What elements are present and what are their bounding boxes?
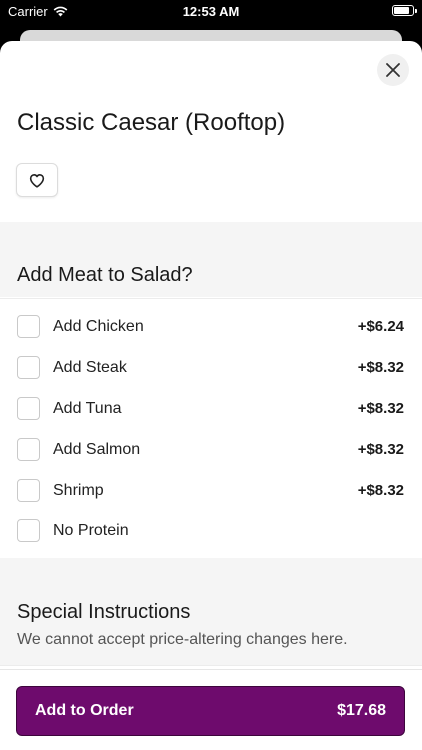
option-price: +$8.32 xyxy=(357,359,404,376)
option-price: +$8.32 xyxy=(357,400,404,417)
option-label: Shrimp xyxy=(53,482,104,499)
add-to-order-label: Add to Order xyxy=(35,702,134,719)
option-row-steak[interactable]: Add Steak +$8.32 xyxy=(0,348,422,388)
option-price: +$8.32 xyxy=(357,482,404,499)
option-row-shrimp[interactable]: Shrimp +$8.32 xyxy=(0,471,422,511)
option-price: +$6.24 xyxy=(357,318,404,335)
meat-options-list: Add Chicken +$6.24 Add Steak +$8.32 Add … xyxy=(0,298,422,559)
option-row-tuna[interactable]: Add Tuna +$8.32 xyxy=(0,389,422,429)
clock: 12:53 AM xyxy=(182,4,240,19)
option-label: Add Chicken xyxy=(53,318,144,335)
special-instructions-title: Special Instructions xyxy=(17,601,191,623)
battery-icon xyxy=(392,5,417,16)
checkbox[interactable] xyxy=(17,438,40,461)
checkbox[interactable] xyxy=(17,397,40,420)
item-detail-sheet: Classic Caesar (Rooftop) Add Meat to Sal… xyxy=(0,41,422,750)
order-total: $17.68 xyxy=(337,702,386,719)
heart-outline-icon xyxy=(29,173,45,188)
bottom-action-bar: Add to Order $17.68 xyxy=(0,669,422,750)
checkbox[interactable] xyxy=(17,479,40,502)
checkbox[interactable] xyxy=(17,519,40,542)
meat-section-title: Add Meat to Salad? xyxy=(17,264,193,286)
favorite-button[interactable] xyxy=(16,163,58,197)
special-instructions-description: We cannot accept price-altering changes … xyxy=(17,631,348,648)
close-icon xyxy=(386,63,400,77)
option-price: +$8.32 xyxy=(357,441,404,458)
option-label: Add Salmon xyxy=(53,441,141,458)
option-label: Add Tuna xyxy=(53,400,122,417)
item-title: Classic Caesar (Rooftop) xyxy=(17,109,286,136)
checkbox[interactable] xyxy=(17,315,40,338)
checkbox[interactable] xyxy=(17,356,40,379)
status-bar: Carrier 12:53 AM xyxy=(0,0,422,24)
option-label: No Protein xyxy=(53,522,129,539)
add-to-order-button[interactable]: Add to Order $17.68 xyxy=(16,686,405,736)
close-button[interactable] xyxy=(377,54,409,86)
option-label: Add Steak xyxy=(53,359,127,376)
option-row-salmon[interactable]: Add Salmon +$8.32 xyxy=(0,430,422,470)
option-row-no-protein[interactable]: No Protein xyxy=(0,511,422,551)
option-row-chicken[interactable]: Add Chicken +$6.24 xyxy=(0,307,422,347)
